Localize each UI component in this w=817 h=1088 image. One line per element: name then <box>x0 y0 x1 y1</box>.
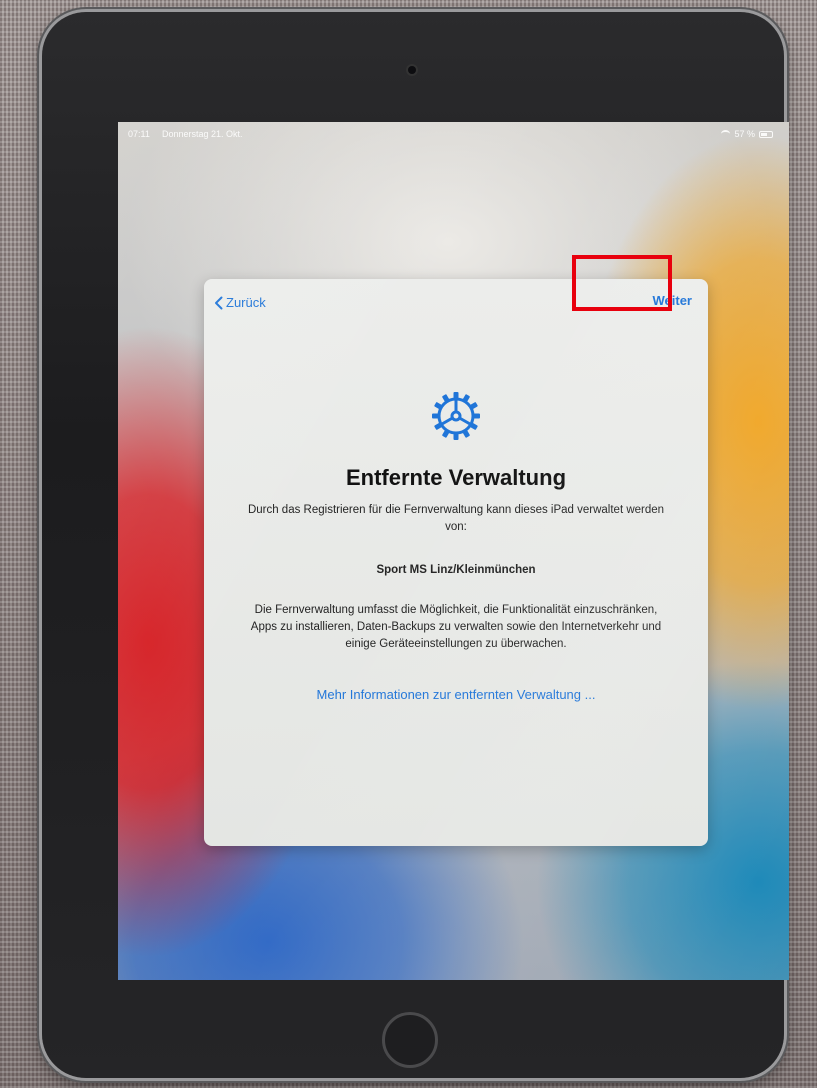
back-button[interactable]: Zurück <box>214 295 266 310</box>
wifi-icon <box>721 130 731 138</box>
front-camera <box>408 66 416 74</box>
chevron-left-icon <box>215 296 223 309</box>
status-time: 07:11 <box>128 129 150 139</box>
status-indicators: 57 % <box>721 129 773 139</box>
sheet-title: Entfernte Verwaltung <box>345 465 567 490</box>
back-button-label: Zurück <box>226 295 266 310</box>
description-text: Die Fernverwaltung umfasst die Möglichke… <box>250 604 662 650</box>
remote-management-sheet: Zurück Weiter Entfernte Verwaltung Durch… <box>204 279 708 846</box>
gear-icon <box>432 392 480 440</box>
status-date: Donnerstag 21. Okt. <box>162 129 243 139</box>
battery-percent: 57 % <box>734 129 755 139</box>
next-button-highlight <box>572 255 672 311</box>
intro-text: Durch das Registrieren für die Fernverwa… <box>247 504 665 533</box>
status-bar: 07:11 Donnerstag 21. Okt. 57 % <box>118 122 789 144</box>
ipad-screen: 07:11 Donnerstag 21. Okt. 57 % Zurück We… <box>118 122 789 980</box>
organization-name: Sport MS Linz/Kleinmünchen <box>376 564 536 576</box>
battery-fill <box>761 132 767 136</box>
ipad-device: 07:11 Donnerstag 21. Okt. 57 % Zurück We… <box>42 12 789 1078</box>
battery-icon <box>759 130 773 138</box>
home-button[interactable] <box>382 1012 438 1068</box>
more-info-link[interactable]: Mehr Informationen zur entfernten Verwal… <box>204 687 708 702</box>
